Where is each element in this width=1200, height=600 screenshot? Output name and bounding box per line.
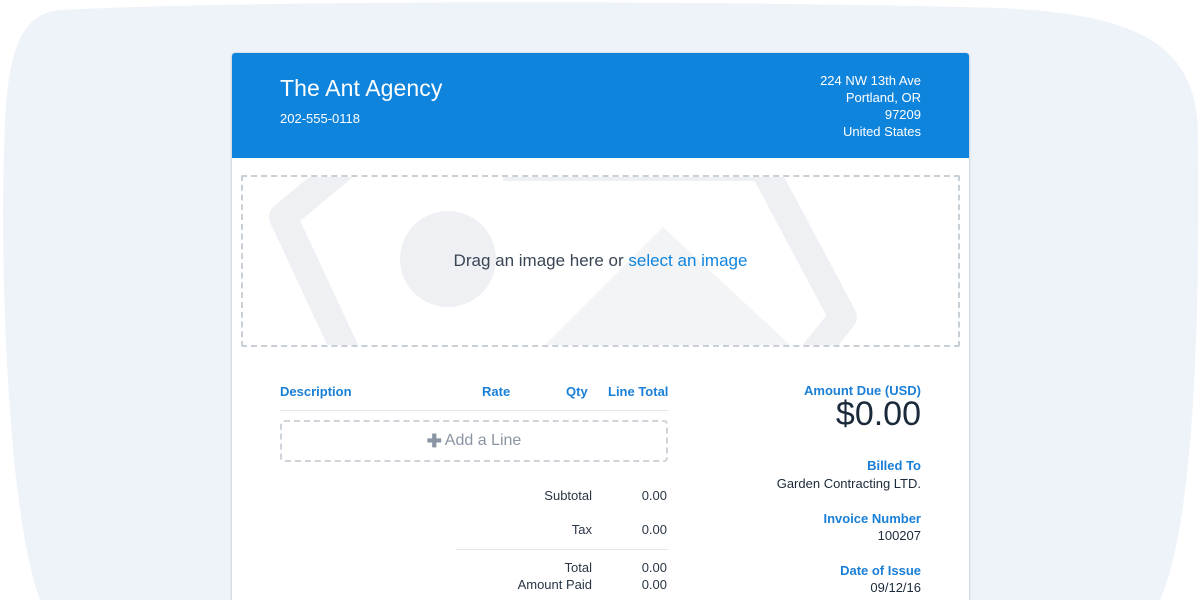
amount-due-value: $0.00 xyxy=(835,395,921,433)
address-line: 224 NW 13th Ave xyxy=(820,73,921,88)
dropzone-prompt: Drag an image here or select an image xyxy=(243,251,958,271)
date-of-issue-value[interactable]: 09/12/16 xyxy=(870,580,921,595)
address-line: 97209 xyxy=(884,107,921,122)
add-line-button[interactable]: ✚ Add a Line xyxy=(280,420,668,462)
subtotal-value: 0.00 xyxy=(641,488,667,503)
invoice-number-value[interactable]: 100207 xyxy=(878,528,921,543)
invoice-header: The Ant Agency 202-555-0118 224 NW 13th … xyxy=(232,53,969,158)
table-divider xyxy=(280,410,668,411)
company-phone[interactable]: 202-555-0118 xyxy=(280,111,360,126)
billed-to-value[interactable]: Garden Contracting LTD. xyxy=(777,476,921,491)
summary-divider xyxy=(456,549,668,550)
column-header-description: Description xyxy=(280,384,352,399)
amount-paid-label: Amount Paid xyxy=(517,577,592,592)
address-line: United States xyxy=(842,124,921,139)
address-line: Portland, OR xyxy=(845,90,921,105)
company-address[interactable]: 224 NW 13th Ave Portland, OR 97209 Unite… xyxy=(820,72,921,140)
total-label: Total xyxy=(564,560,592,575)
column-header-rate: Rate xyxy=(482,384,511,399)
total-value: 0.00 xyxy=(641,560,667,575)
column-header-qty: Qty xyxy=(566,384,588,399)
dropzone-prefix: Drag an image here or xyxy=(453,251,629,270)
subtotal-label: Subtotal xyxy=(544,488,592,503)
invoice-card: The Ant Agency 202-555-0118 224 NW 13th … xyxy=(232,53,969,600)
add-line-label: Add a Line xyxy=(444,432,522,449)
tax-value: 0.00 xyxy=(641,522,667,537)
company-name[interactable]: The Ant Agency xyxy=(280,75,443,102)
invoice-number-label: Invoice Number xyxy=(823,511,921,526)
image-dropzone[interactable]: Drag an image here or select an image xyxy=(241,175,960,347)
amount-paid-value: 0.00 xyxy=(641,577,667,592)
column-header-line-total: Line Total xyxy=(608,384,669,399)
tax-label[interactable]: Tax xyxy=(572,522,592,537)
select-image-link[interactable]: select an image xyxy=(628,251,747,270)
billed-to-label: Billed To xyxy=(867,458,921,473)
date-of-issue-label: Date of Issue xyxy=(840,563,921,578)
plus-icon: ✚ xyxy=(426,430,442,451)
